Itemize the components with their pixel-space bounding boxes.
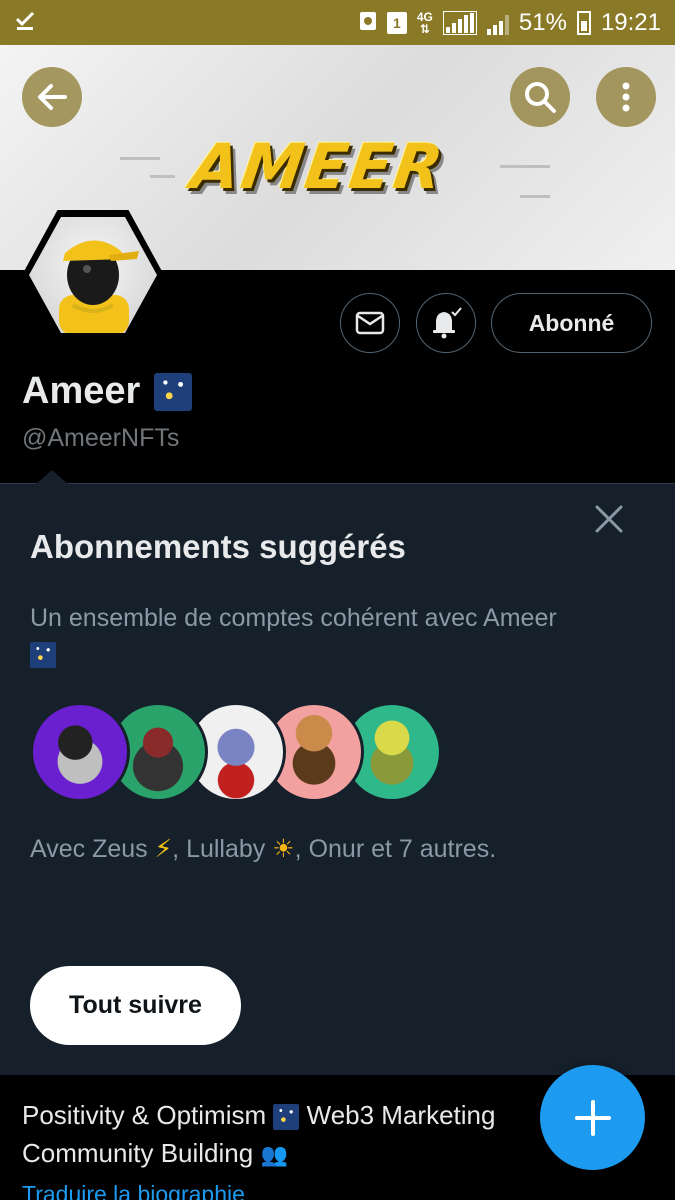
bio-line2: Community Building <box>22 1138 254 1168</box>
envelope-icon <box>355 311 385 335</box>
sparkles-emoji-icon <box>30 642 56 669</box>
sim-badge: 1 <box>386 11 407 34</box>
suggestions-description-text: Un ensemble de comptes cohérent avec Ame… <box>30 604 557 632</box>
notifications-button[interactable] <box>416 293 476 353</box>
mutual-followers-text: Avec Zeus ⚡, Lullaby ☀, Onur et 7 autres… <box>30 834 496 864</box>
status-bar: 1 4G ⇅ 51% 19:21 <box>0 0 675 45</box>
bio-line1-a: Positivity & Optimism <box>22 1100 267 1130</box>
network-type: 4G ⇅ <box>416 9 433 36</box>
battery-percent: 51% <box>518 8 567 36</box>
profile-handle: @AmeerNFTs <box>22 424 180 452</box>
lightning-emoji-icon: ⚡ <box>154 835 173 863</box>
bell-check-icon <box>433 307 462 339</box>
recycle-icon <box>359 9 377 37</box>
more-options-button[interactable] <box>596 67 656 127</box>
people-silhouette-icon: 👥 <box>260 1142 288 1167</box>
search-icon <box>525 82 556 113</box>
follow-all-button[interactable]: Tout suivre <box>30 966 241 1045</box>
profile-avatar[interactable] <box>22 210 164 340</box>
sun-emoji-icon: ☀ <box>272 835 295 863</box>
message-button[interactable] <box>340 293 400 353</box>
close-icon <box>595 505 623 533</box>
clock: 19:21 <box>600 8 661 36</box>
signal-icon <box>442 10 477 35</box>
suggestions-description: Un ensemble de comptes cohérent avec Ame… <box>30 600 650 672</box>
following-button[interactable]: Abonné <box>491 293 652 353</box>
translate-bio-link[interactable]: Traduire la biographie <box>22 1181 245 1200</box>
signal-2-icon <box>486 11 509 35</box>
with-middle: , Lullaby <box>172 835 266 863</box>
back-button[interactable] <box>22 67 82 127</box>
network-label: 4G <box>416 9 433 24</box>
arrow-left-icon <box>38 84 67 110</box>
search-button[interactable] <box>510 67 570 127</box>
battery-icon <box>576 10 591 35</box>
close-button[interactable] <box>589 502 629 542</box>
with-prefix: Avec Zeus <box>30 835 148 863</box>
profile-name: Ameer <box>22 370 193 413</box>
profile-name-text: Ameer <box>22 370 141 412</box>
banner-logo: AMEER <box>186 130 450 203</box>
panel-pointer <box>36 470 68 484</box>
plus-icon <box>574 1099 611 1136</box>
sparkles-emoji-icon <box>273 1104 300 1131</box>
with-suffix: , Onur et 7 autres. <box>294 835 497 863</box>
bio-line1-b: Web3 Marketing <box>306 1100 496 1130</box>
suggested-avatar <box>30 702 130 802</box>
suggested-avatars[interactable] <box>30 702 442 802</box>
more-vertical-icon <box>622 82 630 112</box>
download-check-icon <box>14 9 36 37</box>
sparkles-emoji-icon <box>154 372 193 411</box>
suggestions-title: Abonnements suggérés <box>30 528 406 565</box>
compose-button[interactable] <box>540 1065 645 1170</box>
